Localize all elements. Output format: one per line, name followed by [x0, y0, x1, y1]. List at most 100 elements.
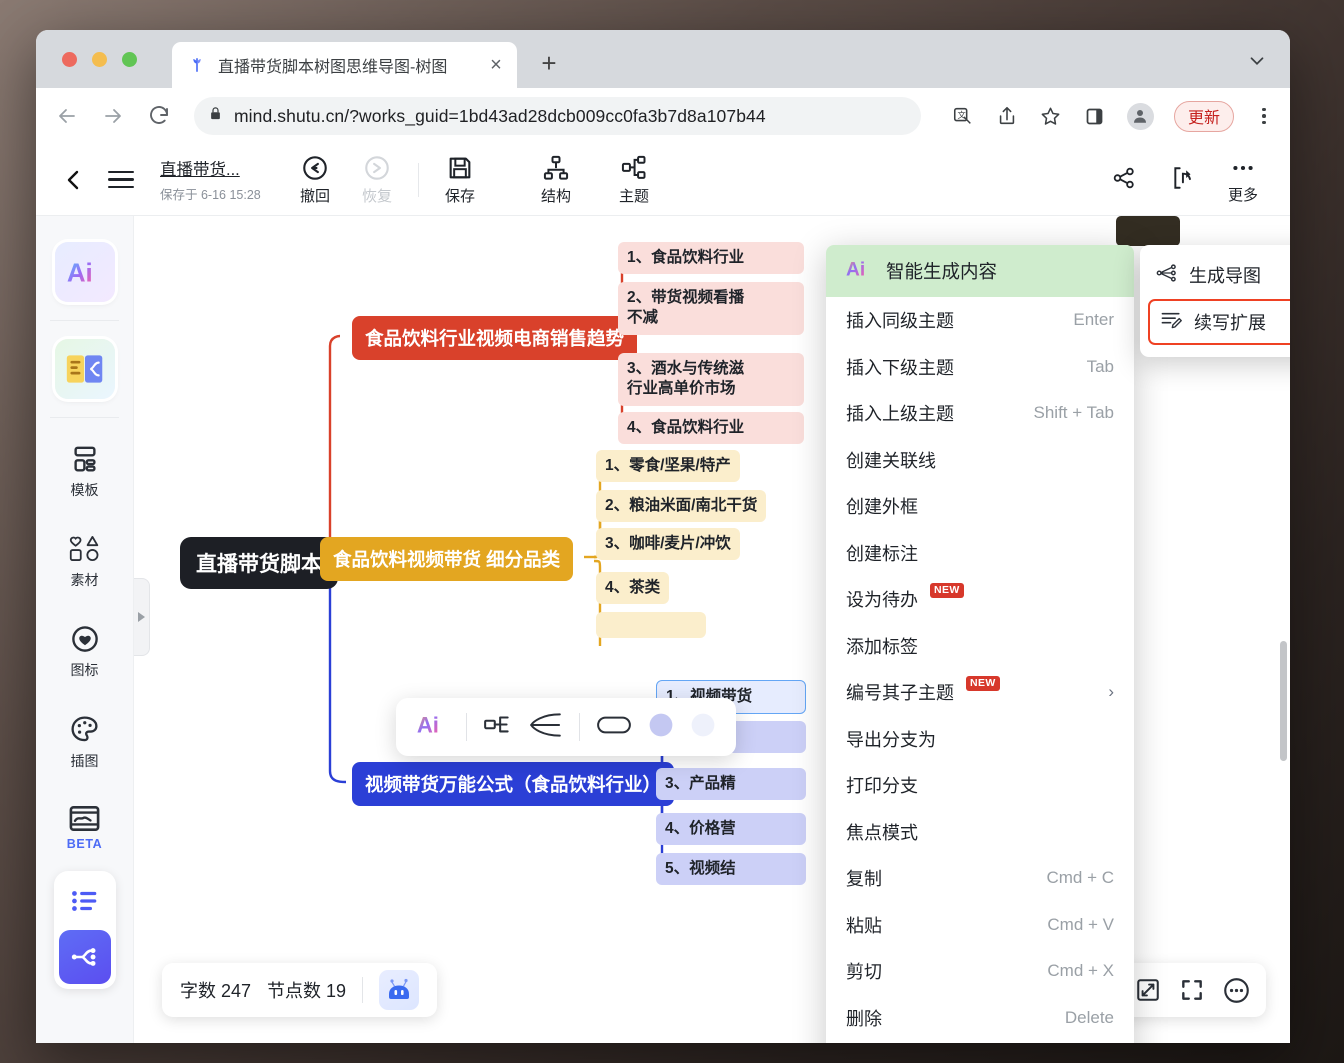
mindmap-leaf-node[interactable]: 1、食品饮料行业: [618, 242, 804, 275]
menu-item-label: 复制: [846, 869, 882, 890]
more-button[interactable]: 更多: [1214, 155, 1272, 205]
new-tab-button[interactable]: +: [536, 50, 562, 76]
close-icon[interactable]: ×: [485, 54, 507, 76]
menu-item-set-todo[interactable]: 设为待办 NEW: [826, 576, 1134, 623]
mindmap-branch-node[interactable]: 食品饮料视频带货 细分品类: [320, 537, 574, 581]
browser-tab[interactable]: 直播带货脚本树图思维导图-树图 ×: [172, 42, 517, 88]
mindmap-leaf-node[interactable]: 4、食品饮料行业: [618, 412, 804, 445]
menu-item-create-outer-frame[interactable]: 创建外框: [826, 483, 1134, 530]
fullscreen-icon[interactable]: [1179, 977, 1205, 1003]
mindmap-leaf-node[interactable]: 2、粮油米面/南北干货: [596, 490, 767, 523]
profile-avatar-icon[interactable]: [1126, 102, 1154, 130]
ai-submenu: 生成导图 续写扩展: [1140, 245, 1290, 357]
mindmap-leaf-node[interactable]: 3、产品精: [656, 768, 806, 801]
ai-submenu-item-continue-write[interactable]: 续写扩展: [1148, 299, 1290, 345]
mindmap-leaf-node[interactable]: [596, 612, 706, 638]
mindmap-leaf-node[interactable]: 2、带货视频看播 不减: [618, 282, 804, 335]
update-button[interactable]: 更新: [1173, 100, 1234, 132]
menu-item-number-subtopics[interactable]: 编号其子主题 NEW ›: [826, 669, 1134, 716]
circle-outline-icon[interactable]: [690, 712, 716, 743]
menu-item-label: 打印分支: [846, 776, 918, 797]
mindmap-leaf-node[interactable]: 4、价格营: [656, 813, 806, 846]
save-button[interactable]: 保存: [429, 154, 491, 206]
mindmap-canvas[interactable]: 直播带货脚本 食品饮料行业视频电商销售趋势 1、食品饮料行业 2、带货视频看播不…: [134, 216, 1290, 1043]
window-traffic-lights[interactable]: [62, 52, 137, 67]
translate-icon[interactable]: 文: [951, 104, 975, 128]
mindmap-leaf-node[interactable]: 3、酒水与传统滋 行业高单价市场: [618, 353, 804, 406]
menu-item-copy[interactable]: 复制 Cmd + C: [826, 855, 1134, 902]
sidebar-item-illustration[interactable]: 插图: [36, 692, 133, 783]
menu-item-create-relation-line[interactable]: 创建关联线: [826, 437, 1134, 484]
rounded-rect-icon[interactable]: [596, 713, 632, 742]
menu-item-label: 设为待办: [846, 590, 918, 611]
menu-item-export-branch[interactable]: 导出分支为: [826, 716, 1134, 763]
document-title[interactable]: 直播带货...: [160, 156, 284, 180]
mindmap-leaf-node[interactable]: 3、咖啡/麦片/冲饮: [596, 528, 740, 561]
sidebar-item-material[interactable]: 素材: [36, 512, 133, 602]
outline-tile-icon: [54, 339, 115, 399]
mindmap-branch-node[interactable]: 视频带货万能公式（食品饮料行业）: [352, 762, 675, 806]
ai-submenu-item-generate-map[interactable]: 生成导图: [1140, 253, 1290, 297]
node-structure-icon[interactable]: [483, 712, 513, 743]
mindmap-branch-node[interactable]: 食品饮料行业视频电商销售趋势: [352, 316, 638, 360]
undo-button[interactable]: 撤回: [284, 154, 346, 206]
forward-icon[interactable]: [98, 101, 128, 131]
maximize-window-button[interactable]: [122, 52, 137, 67]
menu-item-add-tag[interactable]: 添加标签: [826, 623, 1134, 670]
mindmap-branch-icon: [71, 948, 95, 966]
reload-icon[interactable]: [144, 101, 174, 131]
new-badge: NEW: [966, 676, 1000, 691]
mindmap-leaf-node[interactable]: 5、视频结: [656, 853, 806, 886]
side-panel-icon[interactable]: [1083, 104, 1107, 128]
sidebar-item-ai[interactable]: Ai: [36, 230, 133, 314]
menu-item-insert-child[interactable]: 插入下级主题 Tab: [826, 344, 1134, 391]
mindmap-root-node[interactable]: 直播带货脚本: [180, 537, 338, 589]
ai-icon[interactable]: Ai: [416, 710, 450, 745]
menu-item-insert-sibling[interactable]: 插入同级主题 Enter: [826, 297, 1134, 344]
back-icon[interactable]: [52, 101, 82, 131]
export-button[interactable]: [1154, 165, 1214, 194]
structure-button[interactable]: 结构: [525, 154, 587, 206]
address-bar[interactable]: mind.shutu.cn/?works_guid=1bd43ad28dcb00…: [194, 97, 921, 135]
mindmap-leaf-node[interactable]: 1、零食/坚果/特产: [596, 450, 740, 483]
hamburger-icon[interactable]: [98, 170, 144, 189]
chevron-down-icon[interactable]: [1246, 50, 1268, 77]
menu-item-delete-selected-nodes[interactable]: 删除选中节点: [826, 1041, 1134, 1043]
sidebar-item-list[interactable]: [59, 876, 111, 926]
app-back-icon[interactable]: [54, 167, 94, 193]
theme-button[interactable]: 主题: [603, 154, 665, 206]
filled-circle-icon[interactable]: [648, 712, 674, 743]
menu-item-label: 剪切: [846, 962, 882, 983]
sidebar-item-template[interactable]: 模板: [36, 424, 133, 512]
sidebar-item-mindmap[interactable]: [58, 930, 111, 984]
minimize-window-button[interactable]: [92, 52, 107, 67]
ai-submenu-label: 生成导图: [1189, 266, 1261, 286]
canvas-scrollbar[interactable]: [1280, 641, 1287, 761]
menu-item-insert-parent[interactable]: 插入上级主题 Shift + Tab: [826, 390, 1134, 437]
redo-button[interactable]: 恢复: [346, 154, 408, 206]
menu-item-focus-mode[interactable]: 焦点模式: [826, 809, 1134, 856]
more-circle-icon[interactable]: [1223, 977, 1250, 1004]
node-count: 节点数 19: [267, 981, 347, 1001]
bookmark-star-icon[interactable]: [1039, 104, 1063, 128]
menu-item-delete[interactable]: 删除 Delete: [826, 995, 1134, 1042]
menu-item-label: 添加标签: [846, 636, 918, 657]
sidebar-item-image[interactable]: BETA: [36, 783, 133, 863]
mindmap-leaf-node[interactable]: 4、茶类: [596, 572, 670, 605]
menu-item-print-branch[interactable]: 打印分支: [826, 762, 1134, 809]
sidebar-item-outline[interactable]: [36, 327, 133, 411]
context-menu-ai-header[interactable]: Ai 智能生成内容: [826, 245, 1134, 297]
share-icon[interactable]: [995, 104, 1019, 128]
menu-item-paste[interactable]: 粘贴 Cmd + V: [826, 902, 1134, 949]
menu-item-cut[interactable]: 剪切 Cmd + X: [826, 948, 1134, 995]
close-window-button[interactable]: [62, 52, 77, 67]
branch-line-icon[interactable]: [529, 711, 563, 744]
theme-label: 主题: [618, 187, 649, 205]
share-nodes-button[interactable]: [1094, 165, 1154, 194]
menu-item-label: 插入下级主题: [846, 357, 954, 378]
sidebar-item-icon[interactable]: 图标: [36, 602, 133, 692]
fit-screen-icon[interactable]: [1135, 977, 1161, 1003]
robot-assistant-icon[interactable]: [379, 970, 420, 1010]
more-kebab-icon[interactable]: [1254, 107, 1274, 125]
menu-item-create-callout[interactable]: 创建标注: [826, 530, 1134, 577]
